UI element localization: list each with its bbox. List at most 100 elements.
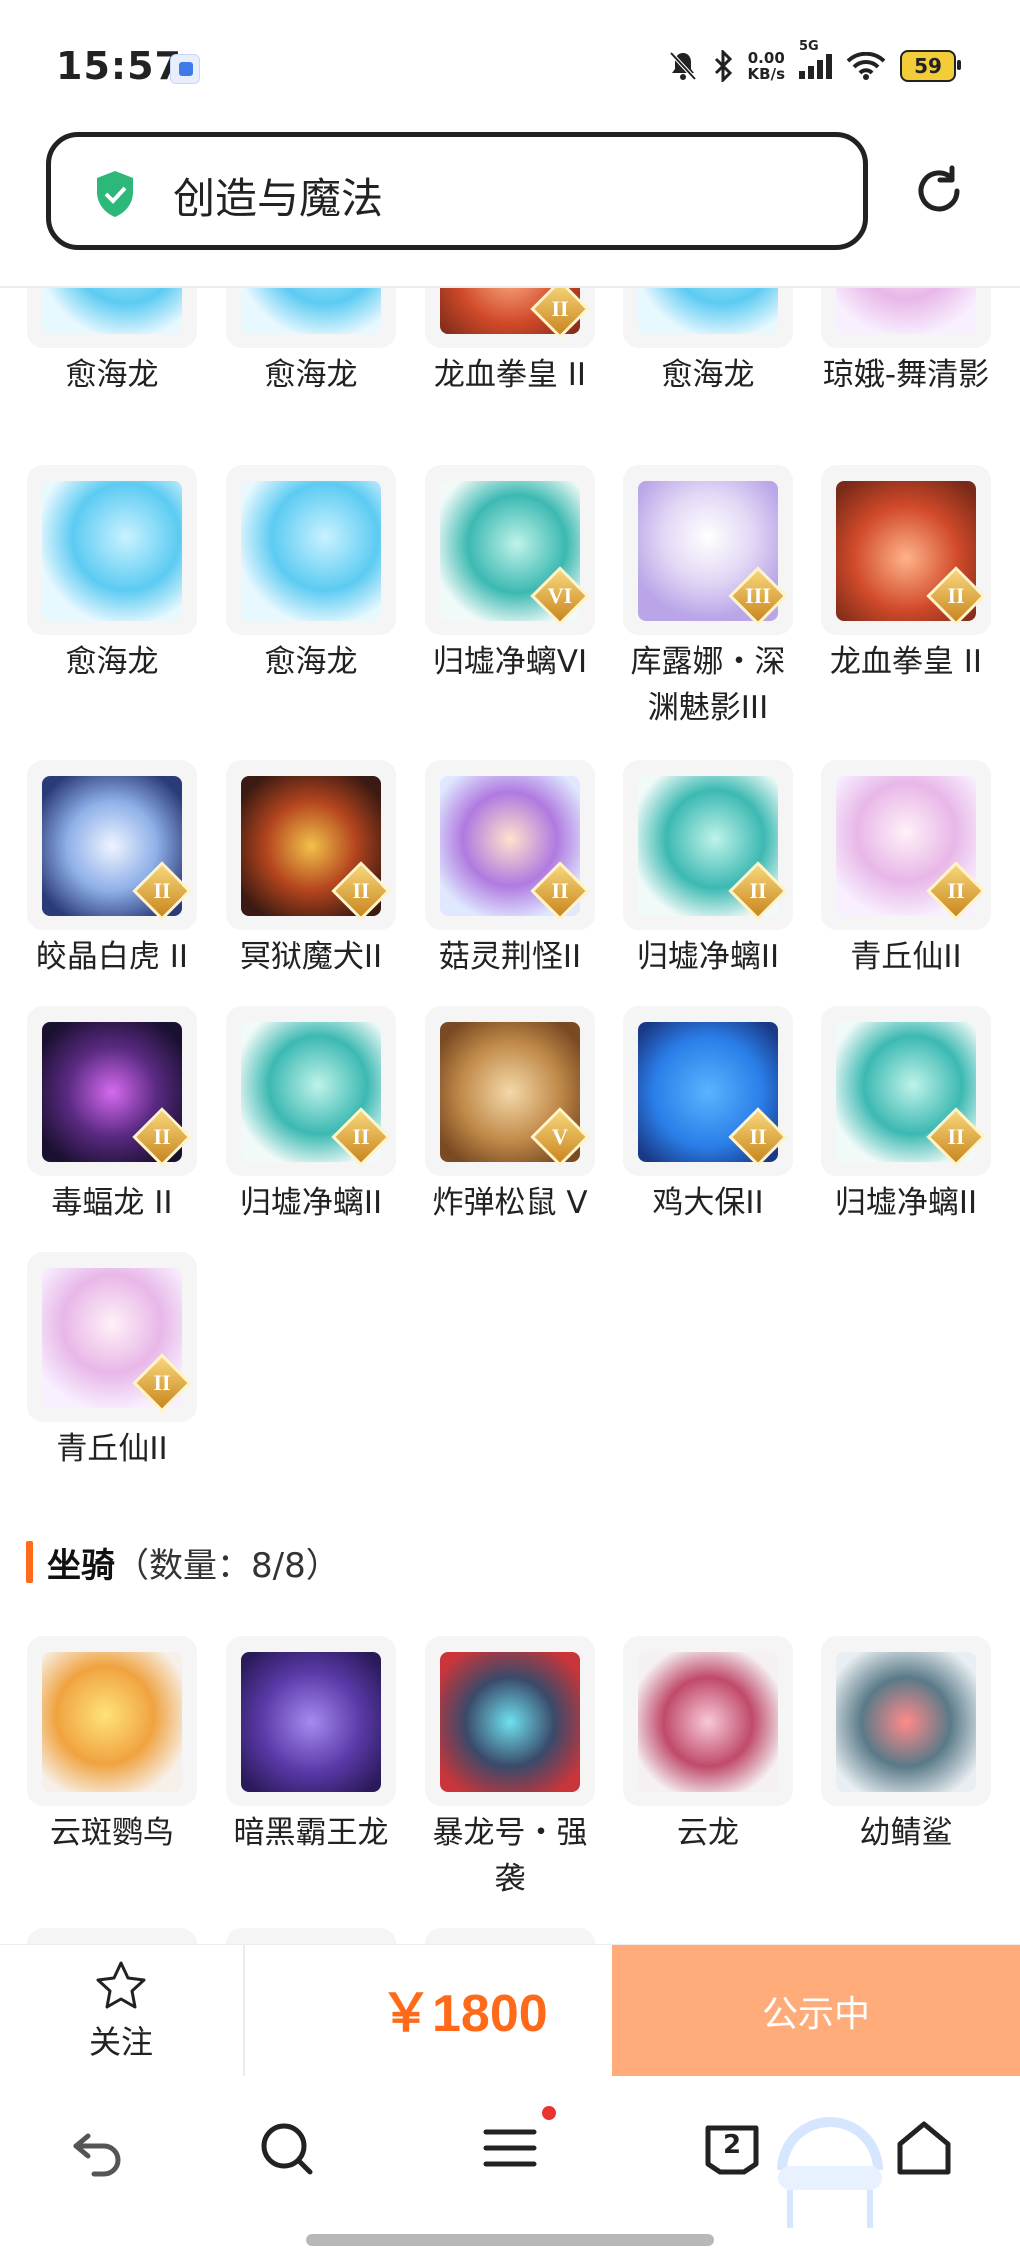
mount-thumbnail[interactable] xyxy=(425,1928,595,1944)
pet-thumbnail: VI xyxy=(425,465,595,635)
address-bar-text: 创造与魔法 xyxy=(173,174,384,223)
pet-card[interactable]: II 归墟净螭II xyxy=(623,760,793,980)
pet-card[interactable]: 琼娥-舞清影 xyxy=(821,288,991,398)
pet-thumbnail xyxy=(821,288,991,348)
address-bar[interactable]: 创造与魔法 xyxy=(46,132,868,250)
pet-thumbnail: II xyxy=(821,1006,991,1176)
mount-thumbnail xyxy=(226,1636,396,1806)
pet-name: 愈海龙 xyxy=(65,357,159,393)
creature-image xyxy=(638,1652,778,1792)
pet-name: 库露娜・深渊魅影III xyxy=(630,644,786,726)
tab-count: 2 xyxy=(722,2130,742,2160)
pet-thumbnail: II xyxy=(27,1252,197,1422)
mount-name: 暴龙号・强袭 xyxy=(432,1815,588,1897)
cell-signal-icon: 5G xyxy=(799,39,832,79)
pet-thumbnail xyxy=(226,465,396,635)
pet-card[interactable]: II 龙血拳皇 II xyxy=(425,288,595,398)
pet-thumbnail: II xyxy=(226,1006,396,1176)
bluetooth-icon xyxy=(714,50,732,82)
pet-thumbnail: II xyxy=(27,1006,197,1176)
pet-name: 青丘仙II xyxy=(56,1431,168,1467)
creature-image xyxy=(440,1652,580,1792)
status-time: 15:57 xyxy=(56,44,182,88)
home-indicator xyxy=(306,2234,714,2246)
pet-thumbnail: II xyxy=(27,760,197,930)
mount-card[interactable]: 云斑鹦鸟 xyxy=(27,1636,197,1856)
pet-name: 青丘仙II xyxy=(850,939,962,975)
mount-card[interactable]: 暴龙号・强袭 xyxy=(425,1636,595,1902)
pet-thumbnail xyxy=(27,288,197,348)
pet-card[interactable]: II 龙血拳皇 II xyxy=(821,465,991,685)
floating-assistant-icon[interactable] xyxy=(772,2110,888,2230)
pet-card[interactable]: II 冥狱魔犬II xyxy=(226,760,396,980)
mount-card[interactable]: 幼鲭鲨 xyxy=(821,1636,991,1856)
creature-image xyxy=(42,288,182,334)
pet-card[interactable]: II 菇灵荆怪II xyxy=(425,760,595,980)
pet-card[interactable]: 愈海龙 xyxy=(226,465,396,685)
pet-card[interactable]: II 归墟净螭II xyxy=(226,1006,396,1226)
pet-thumbnail: II xyxy=(821,760,991,930)
mounts-section-header: 坐骑 （数量：8/8） xyxy=(26,1538,340,1586)
refresh-icon[interactable] xyxy=(912,164,966,218)
pet-name: 愈海龙 xyxy=(661,357,755,393)
star-icon xyxy=(96,1961,146,2009)
pet-thumbnail: II xyxy=(425,288,595,348)
pet-name: 炸弹松鼠 V xyxy=(432,1185,588,1221)
pet-thumbnail: III xyxy=(623,465,793,635)
pet-thumbnail xyxy=(623,288,793,348)
pet-name: 龙血拳皇 II xyxy=(829,644,983,680)
pet-card[interactable]: II 青丘仙II xyxy=(821,760,991,980)
pet-card[interactable]: V 炸弹松鼠 V xyxy=(425,1006,595,1226)
mount-thumbnail[interactable] xyxy=(226,1928,396,1944)
pet-name: 冥狱魔犬II xyxy=(239,939,383,975)
home-icon[interactable] xyxy=(892,2116,956,2180)
publicity-status-button[interactable]: 公示中 xyxy=(612,1945,1020,2077)
follow-button[interactable]: 关注 xyxy=(0,1945,242,2077)
pet-name: 鸡大保II xyxy=(652,1185,764,1221)
pet-card[interactable]: 愈海龙 xyxy=(623,288,793,398)
search-icon[interactable] xyxy=(254,2116,318,2180)
pet-card[interactable]: III 库露娜・深渊魅影III xyxy=(623,465,793,731)
creature-image xyxy=(241,288,381,334)
mount-thumbnail xyxy=(821,1636,991,1806)
pet-card[interactable]: II 鸡大保II xyxy=(623,1006,793,1226)
pet-card[interactable]: 愈海龙 xyxy=(27,465,197,685)
back-icon[interactable] xyxy=(66,2116,130,2180)
mount-thumbnail xyxy=(425,1636,595,1806)
creature-image xyxy=(836,288,976,334)
notification-app-icon xyxy=(170,54,200,84)
pet-card[interactable]: II 毒蝠龙 II xyxy=(27,1006,197,1226)
mount-name: 幼鲭鲨 xyxy=(859,1815,953,1851)
pet-card[interactable]: II 皎晶白虎 II xyxy=(27,760,197,980)
pet-name: 归墟净螭VI xyxy=(432,644,588,680)
pet-card[interactable]: 愈海龙 xyxy=(226,288,396,398)
notification-dot xyxy=(542,2106,556,2120)
pet-thumbnail: V xyxy=(425,1006,595,1176)
status-icons: 0.00 KB/s 5G 59 xyxy=(668,39,961,86)
mount-card[interactable]: 云龙 xyxy=(623,1636,793,1856)
mount-thumbnail xyxy=(27,1636,197,1806)
creature-image xyxy=(638,288,778,334)
pet-name: 愈海龙 xyxy=(65,644,159,680)
section-count: （数量：8/8） xyxy=(115,1545,340,1586)
content-scroll[interactable]: 愈海龙 愈海龙 II 龙血拳皇 II 愈海龙 琼娥-舞清影 愈海龙 愈海龙 VI 归墟净… xyxy=(0,288,1020,1944)
mount-name: 云龙 xyxy=(677,1815,739,1851)
pet-card[interactable]: VI 归墟净螭VI xyxy=(425,465,595,685)
mount-card[interactable]: 暗黑霸王龙 xyxy=(226,1636,396,1856)
pet-card[interactable]: II 青丘仙II xyxy=(27,1252,197,1472)
menu-icon[interactable] xyxy=(478,2116,542,2180)
pet-name: 归墟净螭II xyxy=(239,1185,383,1221)
pet-name: 龙血拳皇 II xyxy=(433,357,587,393)
pet-card[interactable]: 愈海龙 xyxy=(27,288,197,398)
pet-card[interactable]: II 归墟净螭II xyxy=(821,1006,991,1226)
creature-image xyxy=(42,1652,182,1792)
section-title: 坐骑 xyxy=(47,1545,115,1586)
pet-name: 毒蝠龙 II xyxy=(51,1185,173,1221)
mount-thumbnail[interactable] xyxy=(27,1928,197,1944)
section-accent-bar xyxy=(26,1541,33,1583)
battery-indicator: 59 xyxy=(900,50,961,82)
price-value: ￥1800 xyxy=(380,1985,548,2043)
pet-thumbnail: II xyxy=(623,1006,793,1176)
creature-image xyxy=(241,481,381,621)
action-divider xyxy=(243,1945,245,2077)
